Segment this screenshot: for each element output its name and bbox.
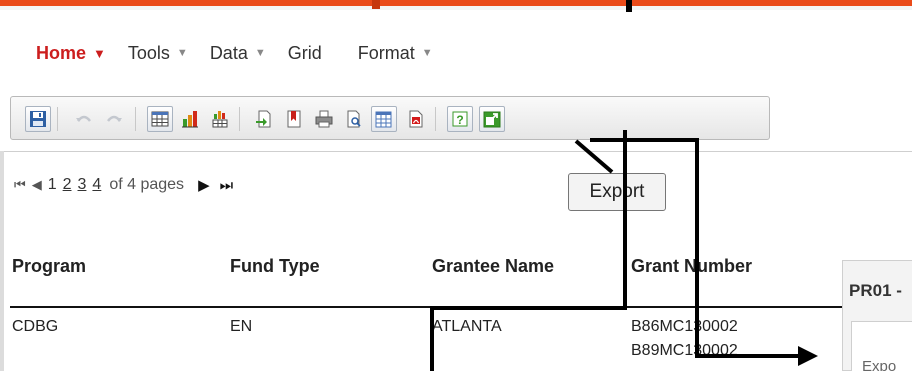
export-excel-button[interactable] <box>371 106 397 132</box>
page-link-2[interactable]: 2 <box>63 176 72 194</box>
help-icon: ? <box>452 111 468 127</box>
menu-tools[interactable]: Tools ▼ <box>128 43 188 64</box>
toolbar-separator <box>435 107 436 131</box>
redo-icon <box>107 115 122 122</box>
menu-home-label: Home <box>36 42 87 63</box>
graph-view-button[interactable] <box>177 106 203 132</box>
menu-data[interactable]: Data ▼ <box>210 43 266 64</box>
maximize-icon <box>483 111 501 128</box>
export-dialog: PR01 - <box>842 260 912 371</box>
column-header-grantee-name[interactable]: Grantee Name <box>432 256 554 277</box>
panel-splitter[interactable] <box>0 151 4 371</box>
page-link-1: 1 <box>47 176 57 193</box>
maximize-button[interactable] <box>479 106 505 132</box>
toolbar-separator <box>239 107 240 131</box>
tooltip-label: Export <box>589 181 645 202</box>
previous-page-icon[interactable]: ◀ <box>32 177 42 193</box>
menu-format[interactable]: Format ▼ <box>358 43 433 64</box>
menu-grid[interactable]: Grid <box>288 43 322 64</box>
cell-grant-number-2: B89MC130002 <box>631 342 738 359</box>
print-icon <box>315 110 333 128</box>
menu-data-label: Data <box>209 42 248 63</box>
bookmark-button[interactable] <box>281 106 307 132</box>
menu-grid-label: Grid <box>287 42 322 63</box>
top-accent-notch <box>372 0 380 9</box>
save-icon <box>30 111 46 127</box>
undo-icon <box>76 115 91 122</box>
export-excel-icon <box>375 111 392 128</box>
print-preview-icon <box>347 110 361 128</box>
cell-program: CDBG <box>12 318 59 335</box>
last-page-icon[interactable]: ⏭ <box>220 177 234 194</box>
menu-home[interactable]: Home ▼ <box>36 43 106 64</box>
column-header-grant-number[interactable]: Grant Number <box>631 256 752 277</box>
toolbar: ? <box>10 96 770 140</box>
export-pdf-icon <box>409 110 423 128</box>
graph-view-icon <box>182 111 198 128</box>
main-menu: Home ▼ Tools ▼ Data ▼ Grid Format ▼ <box>36 40 455 66</box>
top-annotation-mark <box>626 0 632 12</box>
grid-view-button[interactable] <box>147 106 173 132</box>
add-to-history-icon <box>256 110 271 128</box>
print-button[interactable] <box>311 106 337 132</box>
undo-button[interactable] <box>71 106 97 132</box>
menu-format-label: Format <box>357 42 415 63</box>
help-button[interactable]: ? <box>447 106 473 132</box>
bookmark-icon <box>287 110 301 128</box>
svg-text:?: ? <box>456 113 463 127</box>
export-pdf-button[interactable] <box>403 106 429 132</box>
column-header-program[interactable]: Program <box>12 256 86 277</box>
page-count: of 4 pages <box>109 176 185 193</box>
menu-tools-label: Tools <box>127 42 170 63</box>
print-preview-button[interactable] <box>341 106 367 132</box>
grid-and-graph-button[interactable] <box>207 106 233 132</box>
first-page-icon[interactable]: ⏮ <box>14 177 26 193</box>
page-link-3[interactable]: 3 <box>78 176 87 194</box>
add-to-history-button[interactable] <box>251 106 277 132</box>
toolbar-separator <box>135 107 136 131</box>
top-accent-stripe <box>0 0 912 6</box>
export-tooltip: Export <box>568 173 666 211</box>
header-underline <box>10 306 860 308</box>
dialog-title: PR01 - <box>849 281 902 300</box>
dialog-body-text: Expo <box>862 358 897 371</box>
cell-fund-type: EN <box>230 318 253 335</box>
toolbar-separator <box>57 107 58 131</box>
grid-view-icon <box>151 111 169 127</box>
save-button[interactable] <box>25 106 51 132</box>
chevron-down-icon: ▼ <box>421 47 433 59</box>
pager: ⏮ ◀ 1 2 3 4 of 4 pages ▶ ⏭ <box>14 175 243 195</box>
next-page-icon[interactable]: ▶ <box>198 176 210 194</box>
cell-grantee-name: ATLANTA <box>432 318 502 335</box>
page-link-4[interactable]: 4 <box>92 176 101 194</box>
grid-and-graph-icon <box>212 111 228 128</box>
chevron-down-icon: ▼ <box>176 47 188 59</box>
chevron-down-icon: ▼ <box>93 45 106 61</box>
top-accent-bar <box>0 0 912 12</box>
redo-button[interactable] <box>101 106 127 132</box>
chevron-down-icon: ▼ <box>254 47 266 59</box>
column-header-fund-type[interactable]: Fund Type <box>230 256 320 277</box>
cell-grant-number-1: B86MC130002 <box>631 318 738 335</box>
